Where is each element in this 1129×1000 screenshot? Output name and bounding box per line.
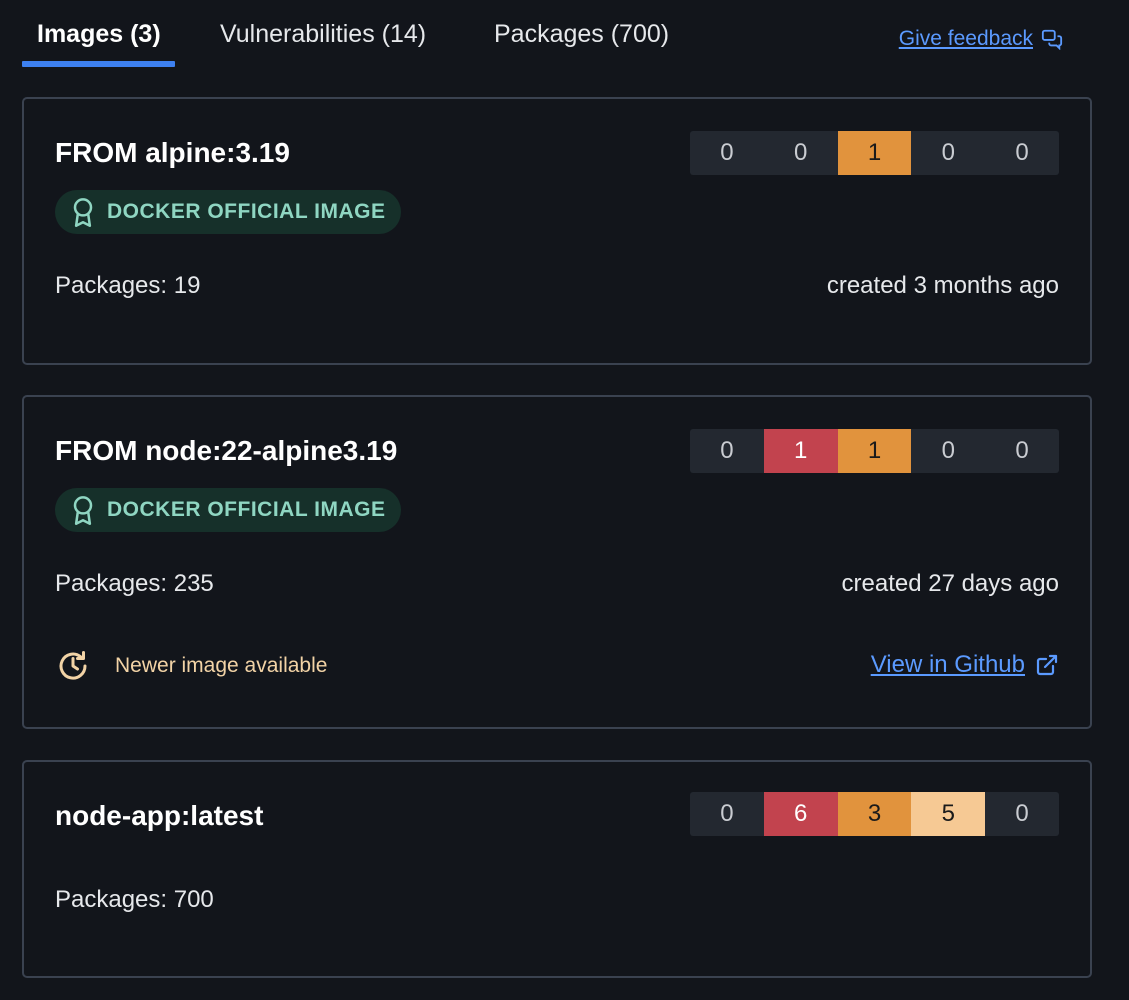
active-tab-indicator <box>22 61 175 67</box>
image-card-node[interactable]: FROM node:22-alpine3.19 0 1 1 0 0 DOCKER… <box>22 395 1092 729</box>
image-title: FROM alpine:3.19 <box>55 137 290 168</box>
severity-medium-count: 3 <box>837 792 912 836</box>
badge-label: DOCKER OFFICIAL IMAGE <box>107 200 386 223</box>
tab-packages[interactable]: Packages (700) <box>494 20 669 49</box>
badge-label: DOCKER OFFICIAL IMAGE <box>107 498 386 521</box>
severity-high-count: 6 <box>763 792 838 836</box>
give-feedback-link[interactable]: Give feedback <box>899 27 1063 51</box>
severity-unspecified-count: 0 <box>1015 139 1029 166</box>
packages-count: Packages: 19 <box>55 272 201 299</box>
severity-unspecified-count: 0 <box>1015 437 1029 464</box>
newer-image-label: Newer image available <box>115 654 328 677</box>
award-icon <box>73 496 93 525</box>
official-image-badge: DOCKER OFFICIAL IMAGE <box>55 190 402 234</box>
clock-refresh-icon <box>59 651 87 680</box>
view-in-github-link[interactable]: View in Github <box>871 651 1059 679</box>
severity-low-count: 0 <box>941 139 955 166</box>
severity-low-count: 5 <box>911 792 986 836</box>
severity-low-count: 0 <box>941 437 955 464</box>
severity-high-count: 0 <box>794 139 808 166</box>
image-title: FROM node:22-alpine3.19 <box>55 435 398 466</box>
severity-bar: 0 0 1 0 0 <box>690 131 1059 175</box>
tab-images[interactable]: Images (3) <box>37 20 161 49</box>
severity-critical-count: 0 <box>720 437 734 464</box>
image-card-alpine[interactable]: FROM alpine:3.19 0 0 1 0 0 DOCKER OFFICI… <box>22 97 1092 365</box>
severity-unspecified-count: 0 <box>1015 800 1029 827</box>
newer-image-notice: Newer image available <box>55 648 327 684</box>
severity-medium-count: 1 <box>837 429 912 473</box>
external-link-icon <box>1036 654 1058 676</box>
severity-critical-count: 0 <box>720 800 734 827</box>
severity-medium-count: 1 <box>837 131 912 175</box>
official-image-badge: DOCKER OFFICIAL IMAGE <box>55 488 402 532</box>
packages-count: Packages: 700 <box>55 886 214 913</box>
feedback-icon <box>1041 29 1063 50</box>
give-feedback-label: Give feedback <box>898 27 1033 50</box>
severity-high-count: 1 <box>763 429 838 473</box>
severity-bar: 0 6 3 5 0 <box>690 792 1059 836</box>
created-time: created 27 days ago <box>841 570 1060 597</box>
severity-bar: 0 1 1 0 0 <box>690 429 1059 473</box>
created-time: created 3 months ago <box>826 272 1059 299</box>
award-icon <box>73 198 93 227</box>
tab-vulnerabilities[interactable]: Vulnerabilities (14) <box>220 20 426 49</box>
severity-critical-count: 0 <box>720 139 734 166</box>
image-card-node-app[interactable]: node-app:latest 0 6 3 5 0 Packages: 700 <box>22 760 1092 978</box>
packages-count: Packages: 235 <box>55 570 214 597</box>
image-title: node-app:latest <box>55 800 264 831</box>
tab-bar: Images (3) Vulnerabilities (14) Packages… <box>0 0 1129 70</box>
view-in-github-label: View in Github <box>870 651 1025 678</box>
